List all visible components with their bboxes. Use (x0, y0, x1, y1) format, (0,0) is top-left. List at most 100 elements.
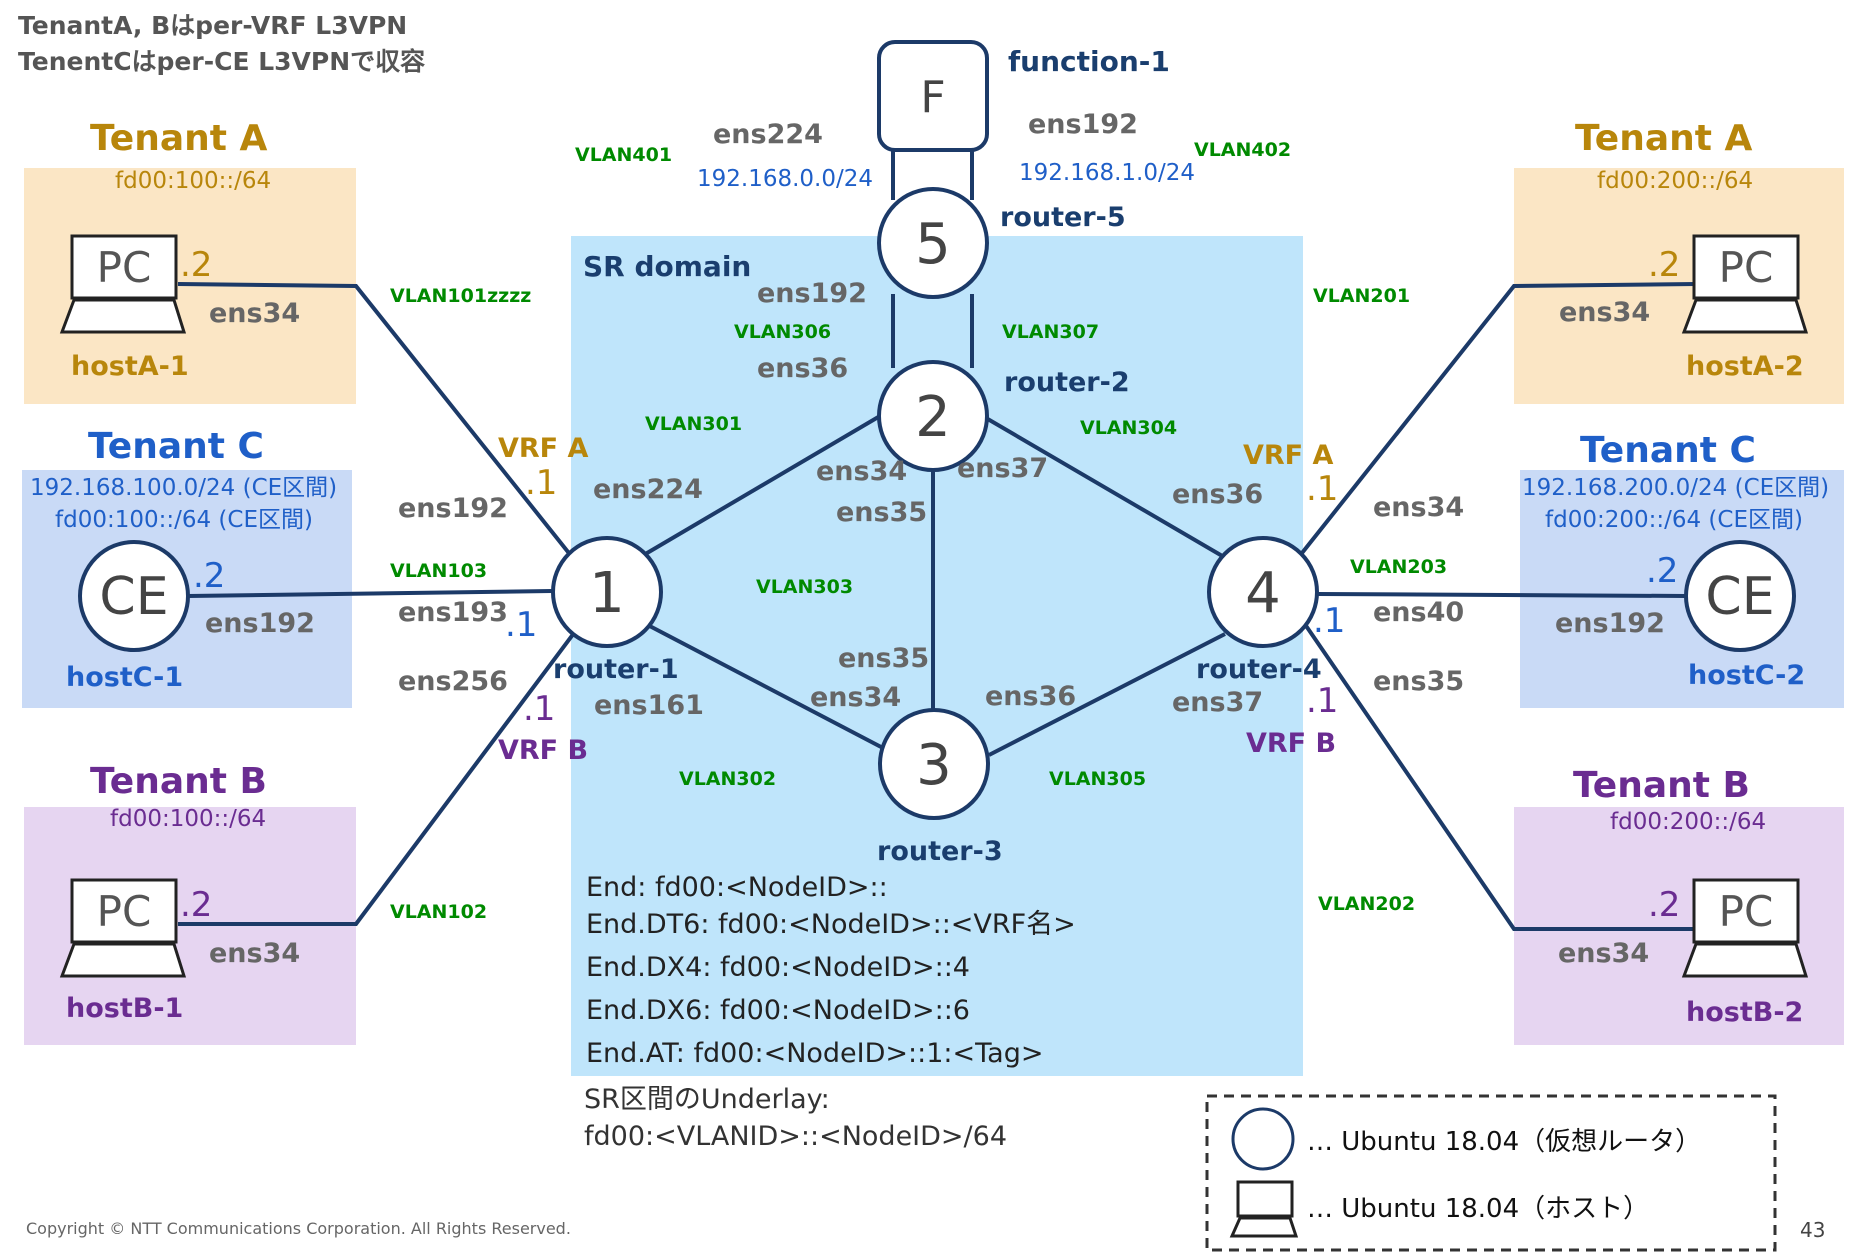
vlan307-label: VLAN307 (1002, 321, 1099, 343)
r4-vrfa-addr: .1 (1306, 469, 1338, 509)
vlan203-label: VLAN203 (1350, 556, 1447, 578)
tenant-a-right-name: Tenant A (1575, 118, 1752, 159)
hostB2-pc-icon: PC (1681, 878, 1809, 978)
link-hostC2-r4 (1317, 592, 1687, 598)
hostB2-name: hostB-2 (1686, 997, 1803, 1028)
hostA1-name: hostA-1 (71, 351, 189, 382)
hostA1-icon-label: PC (97, 243, 152, 292)
r1-ens256: ens256 (398, 666, 508, 697)
vlan102-label: VLAN102 (390, 901, 487, 923)
hostA2-icon-label: PC (1719, 243, 1774, 292)
r4-c-addr: .1 (1313, 601, 1345, 641)
sid-end-at: End.AT: fd00:<NodeID>::1:<Tag> (586, 1038, 1043, 1069)
sid-end-dx4: End.DX4: fd00:<NodeID>::4 (586, 952, 970, 983)
router-2-id: 2 (915, 385, 951, 450)
r1-vrfb-addr: .1 (523, 689, 555, 729)
tenant-c-right-subnet2: fd00:200::/64 (CE区間) (1545, 507, 1803, 533)
legend-router-text: … Ubuntu 18.04（仮想ルータ） (1307, 1127, 1701, 1157)
hostC1-addr: .2 (193, 556, 225, 596)
r4-vrfb-label: VRF B (1246, 728, 1336, 759)
r1-vrfb-label: VRF B (498, 735, 588, 766)
hostC1-icon-label: CE (99, 567, 168, 627)
function-if-left: ens224 (713, 119, 823, 150)
hostA2-addr: .2 (1648, 245, 1680, 285)
tenant-a-left-name: Tenant A (90, 118, 267, 159)
hostB1-name: hostB-1 (66, 993, 183, 1024)
legend-host-text: … Ubuntu 18.04（ホスト） (1307, 1194, 1649, 1224)
router-5-id: 5 (915, 212, 951, 277)
hostB1-iface: ens34 (209, 938, 300, 969)
vlan302-label: VLAN302 (679, 768, 776, 790)
vlan101-label: VLAN101zzzz (390, 285, 531, 307)
r4-ens35: ens35 (1373, 666, 1464, 697)
hostC1-iface: ens192 (205, 608, 315, 639)
router-4-id: 4 (1245, 561, 1281, 626)
vlan305-label: VLAN305 (1049, 768, 1146, 790)
title-line-1: TenantA, Bはper-VRF L3VPN (18, 11, 407, 40)
hostB1-icon-label: PC (97, 887, 152, 936)
r3-ens34: ens34 (810, 682, 901, 713)
hostC2-icon-label: CE (1705, 567, 1774, 627)
tenant-b-left-name: Tenant B (90, 761, 267, 802)
function-net-right: 192.168.1.0/24 (1019, 160, 1195, 186)
router-2-name: router-2 (1004, 367, 1130, 398)
page-number: 43 (1800, 1218, 1825, 1242)
r1-ens192: ens192 (398, 493, 508, 524)
r2-ens37: ens37 (957, 453, 1048, 484)
tenant-b-left-subnet: fd00:100::/64 (110, 806, 266, 832)
router-1: 1 (551, 536, 663, 648)
router-1-name: router-1 (553, 654, 679, 685)
vlan402-label: VLAN402 (1194, 139, 1291, 161)
tenant-a-right-subnet: fd00:200::/64 (1597, 168, 1753, 194)
r4-vrfb-addr: .1 (1306, 681, 1338, 721)
hostC1-ce-icon: CE (78, 540, 190, 652)
legend-host-icon (1229, 1180, 1299, 1238)
hostB1-addr: .2 (180, 885, 212, 925)
legend: … Ubuntu 18.04（仮想ルータ） … Ubuntu 18.04（ホスト… (1205, 1094, 1777, 1252)
router-3-id: 3 (916, 733, 952, 798)
hostC2-iface: ens192 (1555, 608, 1665, 639)
hostC2-name: hostC-2 (1688, 660, 1805, 691)
tenant-b-right-subnet: fd00:200::/64 (1610, 809, 1766, 835)
hostC2-ce-icon: CE (1684, 540, 1796, 652)
r3-ens36: ens36 (985, 681, 1076, 712)
router-5: 5 (877, 187, 989, 299)
router-1-id: 1 (589, 561, 625, 626)
title-line-2: TenentCはper-CE L3VPNで収容 (18, 47, 425, 76)
function-node-id: F (920, 72, 945, 123)
r1-c-addr: .1 (505, 605, 537, 645)
hostB2-iface: ens34 (1558, 938, 1649, 969)
r4-ens40: ens40 (1373, 597, 1464, 628)
r1-vrfa-label: VRF A (498, 433, 589, 464)
sr-domain-label: SR domain (583, 250, 751, 283)
sid-end-dx6: End.DX6: fd00:<NodeID>::6 (586, 995, 970, 1026)
tenant-a-left-subnet: fd00:100::/64 (115, 168, 271, 194)
r1-ens161: ens161 (594, 690, 704, 721)
vlan201-label: VLAN201 (1313, 285, 1410, 307)
vlan301-label: VLAN301 (645, 413, 742, 435)
tenant-c-left-subnet2: fd00:100::/64 (CE区間) (55, 507, 313, 533)
sid-end-dt6: End.DT6: fd00:<NodeID>::<VRF名> (586, 909, 1076, 940)
vlan304-label: VLAN304 (1080, 417, 1177, 439)
function-net-left: 192.168.0.0/24 (697, 166, 873, 192)
hostA1-iface: ens34 (209, 298, 300, 329)
router-4: 4 (1207, 536, 1319, 648)
hostB2-icon-label: PC (1719, 887, 1774, 936)
hostA2-iface: ens34 (1559, 297, 1650, 328)
function-name: function-1 (1008, 45, 1170, 78)
hostA2-name: hostA-2 (1686, 351, 1804, 382)
underlay-line-1: SR区間のUnderlay: (584, 1084, 830, 1115)
network-diagram: TenantA, Bはper-VRF L3VPN TenentCはper-CE … (18, 11, 1844, 1252)
router-5-name: router-5 (1000, 202, 1126, 233)
vlan303-label: VLAN303 (756, 576, 853, 598)
vlan306-label: VLAN306 (734, 321, 831, 343)
r2-ens35: ens35 (836, 497, 927, 528)
vlan103-label: VLAN103 (390, 560, 487, 582)
function-if-right: ens192 (1028, 109, 1138, 140)
router-4-name: router-4 (1196, 654, 1322, 685)
r2-ens192: ens192 (757, 278, 867, 309)
hostA1-pc-icon: PC (59, 234, 187, 334)
r4-vrfa-label: VRF A (1243, 440, 1334, 471)
hostB2-addr: .2 (1648, 885, 1680, 925)
r3-ens35: ens35 (838, 643, 929, 674)
